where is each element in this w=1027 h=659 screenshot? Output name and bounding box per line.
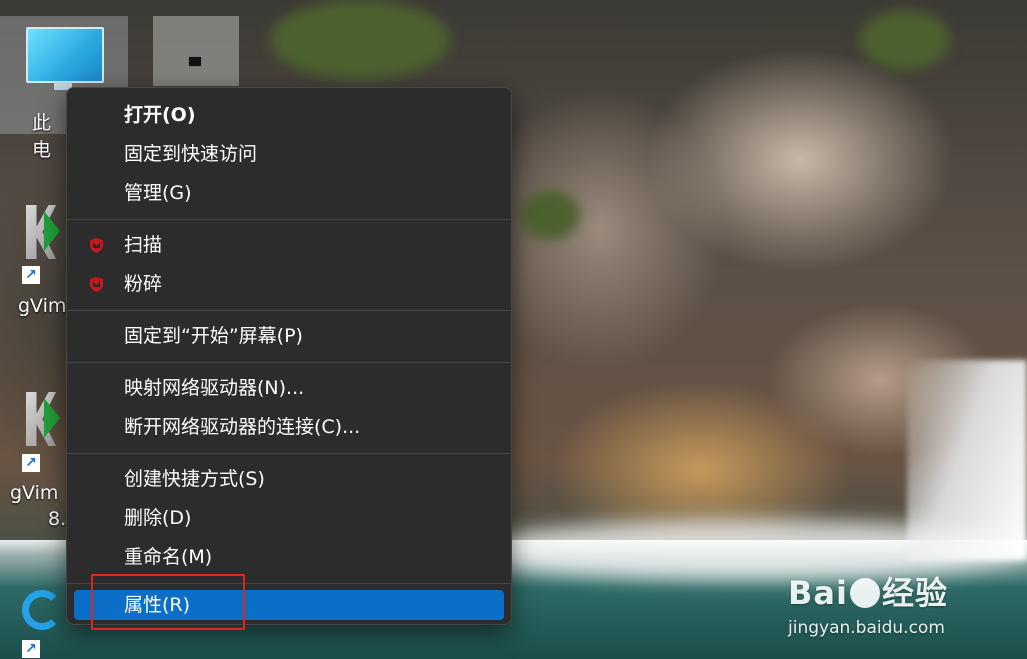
shortcut-arrow-icon: ↗ xyxy=(22,266,40,284)
menu-item-pin-start[interactable]: 固定到“开始”屏幕(P) xyxy=(67,317,511,356)
menu-item-disconnect-network-drive[interactable]: 断开网络驱动器的连接(C)... xyxy=(67,408,511,447)
this-pc-label: 此电 xyxy=(32,112,52,161)
menu-item-pin-quick-access[interactable]: 固定到快速访问 xyxy=(67,135,511,174)
menu-item-shred[interactable]: 粉碎 xyxy=(67,265,511,304)
paw-icon xyxy=(849,578,880,608)
shortcut-arrow-icon: ↗ xyxy=(22,454,40,472)
menu-separator xyxy=(67,310,511,311)
gvim-icon xyxy=(22,205,60,259)
gvim-icon xyxy=(22,392,60,446)
menu-item-label: 扫描 xyxy=(124,234,163,256)
shortcut-arrow-icon: ↗ xyxy=(22,640,40,658)
menu-item-open[interactable]: 打开(O) xyxy=(67,96,511,135)
mcafee-shield-icon xyxy=(90,277,103,292)
menu-item-create-shortcut[interactable]: 创建快捷方式(S) xyxy=(67,460,511,499)
watermark-brand: Bai 经验 xyxy=(788,568,948,614)
menu-item-manage[interactable]: 管理(G) xyxy=(67,174,511,213)
menu-separator xyxy=(67,219,511,220)
monitor-icon xyxy=(26,27,104,83)
menu-item-delete[interactable]: 删除(D) xyxy=(67,499,511,538)
baidu-watermark: Bai 经验 jingyan.baidu.com xyxy=(788,568,948,638)
gvim-label-1: gVim xyxy=(18,295,67,317)
annotation-highlight-box xyxy=(91,574,245,630)
screen-icon xyxy=(188,56,202,67)
menu-separator xyxy=(67,453,511,454)
menu-item-scan[interactable]: 扫描 xyxy=(67,226,511,265)
menu-separator xyxy=(67,362,511,363)
menu-item-map-network-drive[interactable]: 映射网络驱动器(N)... xyxy=(67,369,511,408)
gvim-label-2: gVim xyxy=(10,482,59,504)
context-menu: 打开(O) 固定到快速访问 管理(G) 扫描 粉碎 固定到“开始”屏幕(P) 映… xyxy=(66,87,512,625)
gvim-label-2-line2: 8. xyxy=(48,508,67,530)
watermark-brand-right: 经验 xyxy=(881,574,948,612)
watermark-url: jingyan.baidu.com xyxy=(788,618,945,638)
menu-item-label: 粉碎 xyxy=(124,273,163,295)
watermark-brand-left: Bai xyxy=(788,574,848,612)
menu-item-rename[interactable]: 重命名(M) xyxy=(67,538,511,577)
mcafee-shield-icon xyxy=(90,238,103,253)
ring-app-icon xyxy=(22,590,62,630)
